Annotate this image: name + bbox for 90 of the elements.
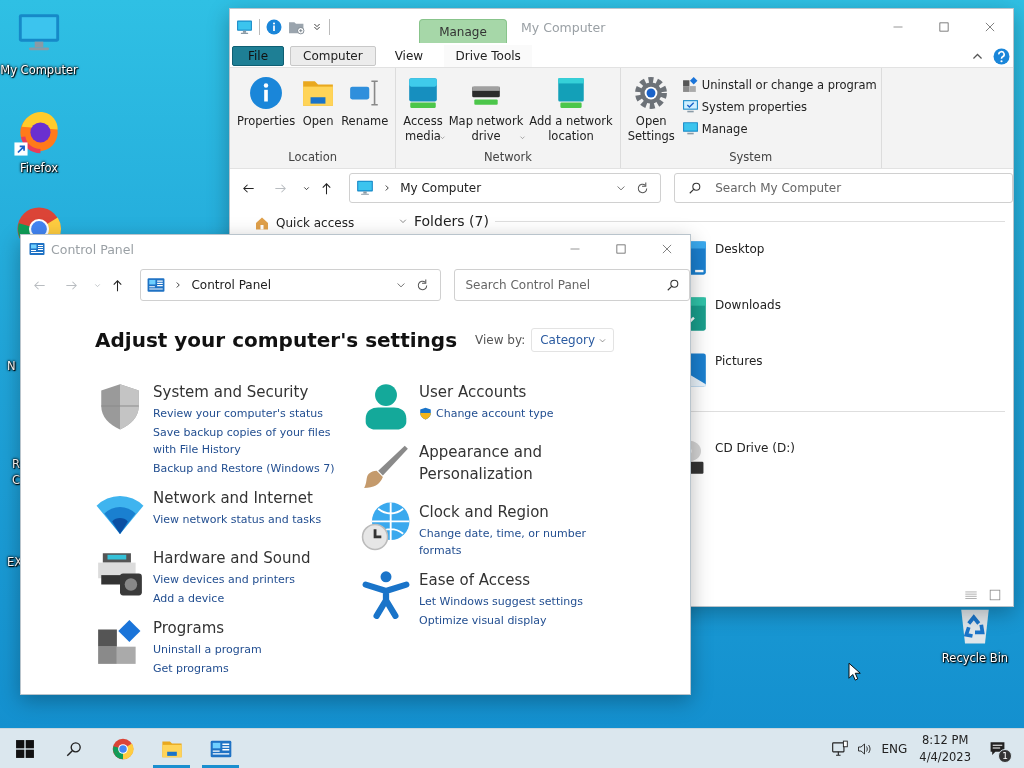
category-link[interactable]: System and Security xyxy=(153,381,309,403)
task-link[interactable]: Review your computer's status xyxy=(153,405,324,422)
search-field[interactable]: Search My Computer xyxy=(674,173,1013,203)
details-view-icon xyxy=(964,588,978,602)
ribbon-button[interactable]: Rename xyxy=(338,76,392,129)
context-tab-label[interactable]: Manage xyxy=(419,19,507,43)
task-link[interactable]: Let Windows suggest settings xyxy=(419,593,583,610)
help-icon xyxy=(992,47,1010,65)
task-link[interactable]: Change account type xyxy=(419,405,554,422)
task-link[interactable]: Uninstall a program xyxy=(153,641,262,658)
ribbon-button[interactable]: Open Settings xyxy=(624,76,678,144)
maximize-icon xyxy=(615,243,627,255)
ribbon-button[interactable]: Add a network location xyxy=(526,76,616,144)
file-name[interactable]: Pictures xyxy=(715,351,763,368)
info-icon xyxy=(266,19,282,35)
tiles-view-icon xyxy=(988,588,1002,602)
monitor-drive-icon xyxy=(406,76,440,110)
task-link[interactable]: View devices and printers xyxy=(153,571,296,588)
page-heading: Adjust your computer's settings xyxy=(95,328,458,352)
address-text: My Computer xyxy=(400,181,482,195)
speaker-icon xyxy=(857,740,874,757)
network-monitor-icon xyxy=(831,739,850,758)
file-name[interactable]: CD Drive (D:) xyxy=(715,438,795,455)
accessibility-icon xyxy=(361,569,411,619)
computer-icon xyxy=(356,179,375,197)
settings-icon xyxy=(634,76,669,110)
computer-icon xyxy=(236,18,253,36)
maximize-icon xyxy=(938,21,950,33)
language-indicator[interactable]: ENG xyxy=(877,733,912,764)
category-link[interactable]: Programs xyxy=(153,617,225,639)
file-name[interactable]: Downloads xyxy=(715,295,781,312)
control-panel-icon xyxy=(147,276,166,294)
category-link[interactable]: Network and Internet xyxy=(153,487,313,509)
ribbon-tab[interactable]: View xyxy=(381,46,437,66)
view-by-label: View by: xyxy=(475,333,526,347)
monitor-icon xyxy=(681,120,699,137)
task-link[interactable]: View network status and tasks xyxy=(153,511,322,528)
ribbon-tab[interactable]: Computer xyxy=(290,46,376,66)
category-link[interactable]: Ease of Access xyxy=(419,569,531,591)
category-link[interactable]: User Accounts xyxy=(419,381,527,403)
file-menu-button[interactable]: File xyxy=(232,46,284,66)
category-link[interactable]: Hardware and Sound xyxy=(153,547,311,569)
task-link[interactable]: Change date, time, or number formats xyxy=(419,525,586,559)
ribbon-group-label: Network xyxy=(482,150,533,166)
search-icon xyxy=(666,278,680,292)
task-link[interactable]: Backup and Restore (Windows 7) xyxy=(153,460,335,477)
ribbon-button[interactable]: System properties xyxy=(681,98,877,115)
close-icon xyxy=(984,21,996,33)
chrome-icon xyxy=(111,737,134,760)
notification-icon xyxy=(989,740,1006,757)
file-name[interactable]: Desktop xyxy=(715,239,765,256)
notification-count: 1 xyxy=(998,748,1012,763)
double-caret-icon xyxy=(311,21,323,33)
app-tiles-icon xyxy=(681,76,699,93)
info-icon xyxy=(249,76,284,110)
ribbon-button[interactable]: Open xyxy=(298,76,339,129)
address-text: Control Panel xyxy=(191,278,272,292)
ribbon-button[interactable]: Uninstall or change a program xyxy=(681,76,877,93)
search-field[interactable]: Search Control Panel xyxy=(454,269,690,301)
ribbon-button[interactable]: Manage xyxy=(681,120,877,137)
ribbon-group-label: Location xyxy=(287,150,338,166)
window-title: Control Panel xyxy=(51,241,134,257)
globe-clock-icon xyxy=(361,501,411,551)
window-title: My Computer xyxy=(521,19,606,35)
search-icon xyxy=(688,181,703,195)
monitor-check-icon xyxy=(681,98,699,115)
search-icon xyxy=(64,739,83,758)
notification-button[interactable]: 1 xyxy=(985,733,1010,764)
clock-time[interactable]: 8:12 PM xyxy=(922,731,969,749)
ribbon-button[interactable]: Map network drive xyxy=(445,76,527,144)
task-link[interactable]: Save backup copies of your files with File History xyxy=(153,424,331,458)
clock-date[interactable]: 4/4/2023 xyxy=(919,748,971,766)
close-icon xyxy=(661,243,673,255)
view-dropdown[interactable]: Category xyxy=(531,328,615,352)
ribbon-button[interactable]: Properties xyxy=(234,76,299,129)
nav-pane-item[interactable]: Quick access xyxy=(254,215,396,231)
start-icon xyxy=(13,737,36,760)
category-link[interactable]: Clock and Region xyxy=(419,501,549,523)
address-bar[interactable]: My Computer xyxy=(349,173,662,203)
category-link[interactable]: Appearance and Personalization xyxy=(419,441,543,485)
ribbon-group-label: System xyxy=(728,150,774,166)
section-header[interactable]: Folders (7) xyxy=(414,213,489,229)
home-icon xyxy=(254,215,270,231)
address-bar[interactable]: Control Panel xyxy=(140,269,442,301)
task-link[interactable]: Get programs xyxy=(153,660,229,677)
task-link[interactable]: Add a device xyxy=(153,590,225,607)
ribbon-button[interactable]: Access media xyxy=(400,76,446,144)
task-link[interactable]: Optimize visual display xyxy=(419,612,547,629)
ribbon-tab[interactable]: Drive Tools xyxy=(444,45,533,67)
control-panel-icon xyxy=(29,241,45,257)
